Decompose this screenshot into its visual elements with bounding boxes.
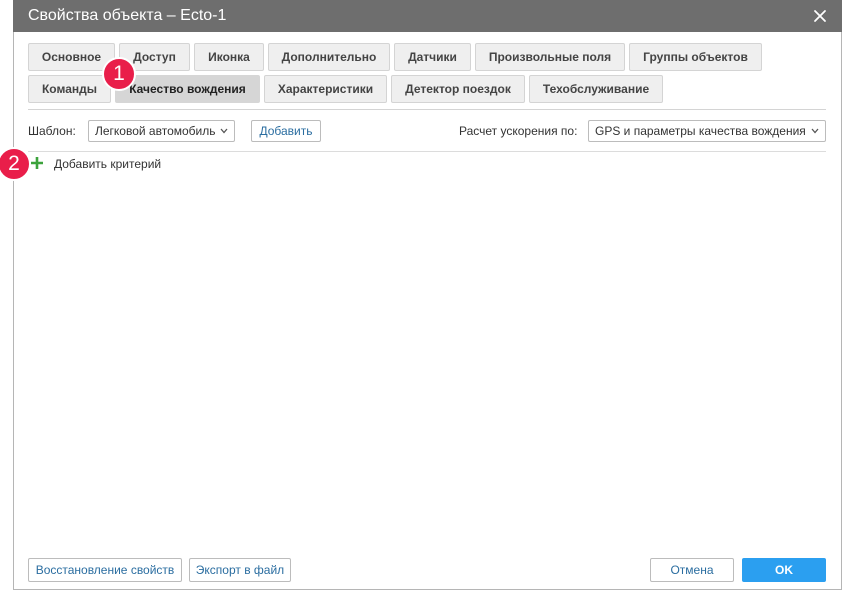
tab-basic[interactable]: Основное (28, 43, 115, 71)
chevron-down-icon (220, 128, 228, 134)
plus-icon (31, 157, 43, 169)
chevron-down-icon (811, 128, 819, 134)
close-icon[interactable] (810, 6, 830, 26)
template-select-value: Легковой автомобиль (95, 124, 216, 138)
acceleration-select-value: GPS и параметры качества вождения (595, 124, 806, 138)
dialog-title: Свойства объекта – Ecto-1 (28, 7, 227, 24)
tab-custom-fields[interactable]: Произвольные поля (475, 43, 625, 71)
dialog-body (13, 32, 842, 590)
tab-characteristics[interactable]: Характеристики (264, 75, 387, 103)
dialog-titlebar[interactable]: Свойства объекта – Ecto-1 (13, 0, 842, 32)
object-properties-dialog: Свойства объекта – Ecto-1 Основное Досту… (0, 0, 842, 590)
acceleration-label: Расчет ускорения по: (459, 124, 578, 138)
tabs-divider (28, 109, 826, 110)
tab-advanced[interactable]: Дополнительно (268, 43, 390, 71)
cancel-button[interactable]: Отмена (650, 558, 734, 582)
restore-properties-button[interactable]: Восстановление свойств (28, 558, 182, 582)
export-to-file-button[interactable]: Экспорт в файл (189, 558, 291, 582)
tab-maintenance[interactable]: Техобслуживание (529, 75, 663, 103)
tab-commands[interactable]: Команды (28, 75, 111, 103)
add-criterion-label: Добавить критерий (54, 157, 162, 171)
ok-button[interactable]: OK (742, 558, 826, 582)
annotation-badge-1: 1 (102, 57, 136, 91)
tab-sensors[interactable]: Датчики (394, 43, 471, 71)
add-template-button[interactable]: Добавить (251, 120, 321, 142)
tab-trip-detector[interactable]: Детектор поездок (391, 75, 525, 103)
tab-icon[interactable]: Иконка (194, 43, 264, 71)
tab-driving-quality[interactable]: Качество вождения (115, 75, 260, 103)
template-label: Шаблон: (28, 124, 76, 138)
template-select[interactable]: Легковой автомобиль (88, 120, 235, 142)
tab-object-groups[interactable]: Группы объектов (629, 43, 762, 71)
acceleration-select[interactable]: GPS и параметры качества вождения (588, 120, 826, 142)
toolbar-divider (28, 151, 826, 152)
